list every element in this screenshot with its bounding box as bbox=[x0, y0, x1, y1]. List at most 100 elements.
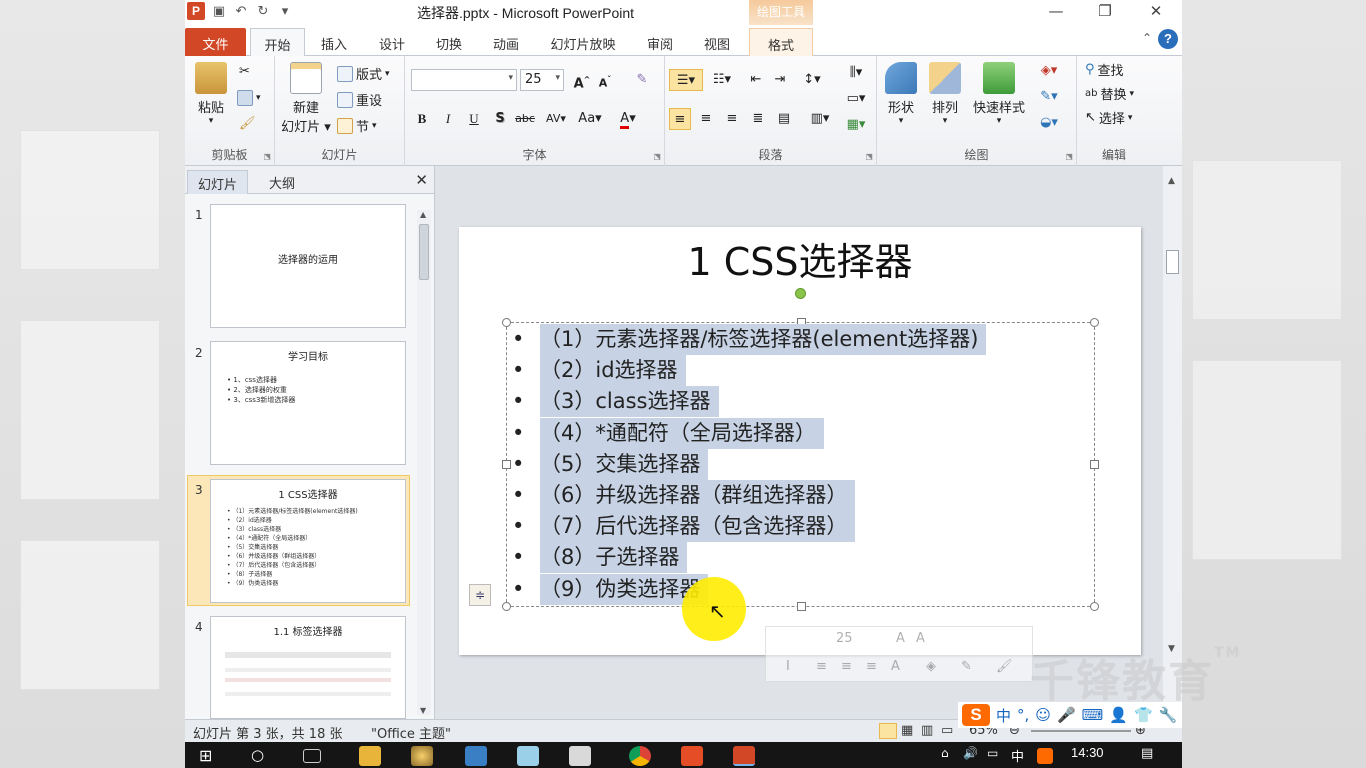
tab-slides-pane[interactable]: 幻灯片 bbox=[187, 170, 249, 194]
shapes-button[interactable]: 形状 ▾ bbox=[883, 62, 919, 126]
copy-button[interactable]: ▾ bbox=[237, 90, 261, 106]
search-icon[interactable]: ○ bbox=[251, 746, 273, 766]
resize-handle[interactable] bbox=[1090, 318, 1099, 327]
increase-indent-icon[interactable]: ⇥ bbox=[769, 69, 791, 91]
tab-format[interactable]: 格式 bbox=[749, 28, 813, 56]
close-icon[interactable]: ✕ bbox=[415, 171, 428, 189]
grow-font-icon[interactable]: A bbox=[896, 631, 905, 646]
align-text-button[interactable]: ▭▾ bbox=[841, 88, 871, 110]
tab-transitions[interactable]: 切换 bbox=[425, 28, 473, 56]
align-right-button[interactable]: ≡ bbox=[721, 108, 743, 130]
slide-thumbnail-4[interactable]: 1.1 标签选择器 bbox=[210, 616, 406, 719]
slide-title[interactable]: 1 CSS选择器 bbox=[459, 231, 1141, 286]
scroll-up-icon[interactable]: ▲ bbox=[420, 210, 426, 219]
monitor-icon[interactable]: ▭ bbox=[987, 746, 1009, 766]
slide-thumbnail-1[interactable]: 选择器的运用 bbox=[210, 204, 406, 328]
main-scrollbar[interactable]: ▲ ▼ bbox=[1163, 166, 1182, 719]
sogou-logo-icon[interactable]: S bbox=[962, 704, 990, 726]
undo-icon[interactable]: ↶ bbox=[233, 3, 249, 19]
app-icon[interactable] bbox=[569, 746, 591, 766]
file-explorer-icon[interactable] bbox=[359, 746, 381, 766]
clear-format-icon[interactable]: ✎ bbox=[631, 69, 653, 91]
resize-handle[interactable] bbox=[502, 460, 511, 469]
arrange-button[interactable]: 排列 ▾ bbox=[927, 62, 963, 126]
sogou-tray-icon[interactable] bbox=[1037, 748, 1053, 764]
tab-home[interactable]: 开始 bbox=[250, 28, 305, 57]
content-textbox[interactable]: • （1）元素选择器/标签选择器(element选择器) • （2）id选择器 • （… bbox=[502, 318, 1099, 682]
shape-effects-icon[interactable]: ◒▾ bbox=[1033, 112, 1065, 134]
section-button[interactable]: 节 ▾ bbox=[337, 116, 377, 135]
slideshow-icon[interactable]: ▭ bbox=[941, 723, 953, 738]
resize-handle[interactable] bbox=[797, 602, 806, 611]
paint-icon[interactable] bbox=[411, 746, 433, 766]
customize-qat-icon[interactable]: ▾ bbox=[277, 3, 293, 19]
app-icon[interactable] bbox=[465, 746, 487, 766]
theme-status[interactable]: "Office 主题" bbox=[371, 723, 451, 742]
shape-outline-icon[interactable]: ✎▾ bbox=[1033, 86, 1065, 108]
html-editor-icon[interactable] bbox=[681, 746, 703, 766]
tab-insert[interactable]: 插入 bbox=[310, 28, 358, 56]
font-color-button[interactable]: A▾ bbox=[613, 108, 643, 130]
fill-color-icon[interactable]: ◈ bbox=[926, 659, 936, 674]
slide-thumbnail-3[interactable]: 1 CSS选择器 • （1）元素选择器/标签选择器(element选择器) • … bbox=[210, 479, 406, 603]
ribbon-collapse-icon[interactable]: ⌃ bbox=[1142, 31, 1152, 45]
format-painter-button[interactable]: 🖌 bbox=[239, 116, 256, 131]
tab-outline-pane[interactable]: 大纲 bbox=[259, 170, 305, 194]
italic-icon[interactable]: I bbox=[786, 659, 790, 674]
network-icon[interactable]: ⌂ bbox=[941, 746, 963, 766]
restore-button[interactable]: ❐ bbox=[1091, 2, 1119, 20]
italic-button[interactable]: I bbox=[437, 108, 459, 130]
rotation-handle[interactable] bbox=[795, 288, 806, 299]
paste-button[interactable]: 粘贴 ▾ bbox=[193, 62, 229, 126]
chrome-icon[interactable] bbox=[629, 746, 651, 766]
font-name-combo[interactable]: ▾ bbox=[411, 69, 517, 91]
dialog-launcher-icon[interactable]: ⬔ bbox=[865, 152, 873, 161]
bold-button[interactable]: B bbox=[411, 108, 433, 130]
char-spacing-button[interactable]: AV▾ bbox=[541, 108, 571, 130]
resize-handle[interactable] bbox=[502, 602, 511, 611]
strikethrough-button[interactable]: abc bbox=[511, 108, 539, 130]
close-button[interactable]: ✕ bbox=[1142, 2, 1170, 20]
align-left-button[interactable]: ≡ bbox=[669, 108, 691, 130]
help-icon[interactable]: ? bbox=[1158, 29, 1178, 49]
input-language-icon[interactable]: 中 bbox=[1011, 746, 1033, 766]
cut-button[interactable]: ✂ bbox=[239, 64, 250, 79]
line-spacing-button[interactable]: ↕▾ bbox=[797, 69, 827, 91]
shrink-font-button[interactable]: Aˇ bbox=[594, 69, 616, 91]
powerpoint-taskbar-icon[interactable] bbox=[733, 746, 755, 766]
format-painter-icon[interactable]: 🖌 bbox=[996, 659, 1013, 674]
slides-pane-scrollbar[interactable]: ▲ ▼ bbox=[417, 210, 431, 715]
volume-icon[interactable]: 🔊 bbox=[963, 746, 985, 766]
change-case-button[interactable]: Aa▾ bbox=[575, 108, 605, 130]
slide-sorter-icon[interactable]: ▦ bbox=[901, 723, 913, 738]
app-icon[interactable] bbox=[517, 746, 539, 766]
shadow-button[interactable]: S bbox=[489, 108, 511, 130]
replace-button[interactable]: ab 替换 ▾ bbox=[1085, 84, 1134, 103]
distribute-button[interactable]: ▤ bbox=[773, 108, 795, 130]
notifications-icon[interactable]: ▤ bbox=[1141, 746, 1163, 766]
minimize-button[interactable]: — bbox=[1042, 2, 1070, 20]
grow-font-button[interactable]: A^ bbox=[571, 69, 593, 91]
justify-button[interactable]: ≣ bbox=[747, 108, 769, 130]
text-direction-button[interactable]: ⫼▾ bbox=[841, 62, 871, 84]
redo-icon[interactable]: ↻ bbox=[255, 3, 271, 19]
tab-animations[interactable]: 动画 bbox=[482, 28, 530, 56]
mini-font-size[interactable]: 25 bbox=[836, 631, 853, 646]
scroll-up-icon[interactable]: ▲ bbox=[1168, 176, 1175, 186]
scrollbar-thumb[interactable] bbox=[419, 224, 429, 280]
save-icon[interactable]: ▣ bbox=[211, 3, 227, 19]
quick-styles-button[interactable]: 快速样式 ▾ bbox=[969, 62, 1029, 126]
resize-handle[interactable] bbox=[1090, 460, 1099, 469]
windows-start-icon[interactable]: ⊞ bbox=[199, 746, 221, 766]
reset-button[interactable]: 重设 bbox=[337, 90, 382, 109]
select-button[interactable]: ↖ 选择 ▾ bbox=[1085, 108, 1132, 127]
outline-icon[interactable]: ✎ bbox=[961, 659, 972, 674]
align-right-icon[interactable]: ≡ bbox=[866, 659, 877, 674]
resize-handle[interactable] bbox=[502, 318, 511, 327]
dialog-launcher-icon[interactable]: ⬔ bbox=[653, 152, 661, 161]
tab-review[interactable]: 审阅 bbox=[636, 28, 684, 56]
punctuation-icon[interactable]: °, bbox=[1017, 706, 1029, 724]
dialog-launcher-icon[interactable]: ⬔ bbox=[263, 152, 271, 161]
tab-file[interactable]: 文件 bbox=[185, 28, 246, 56]
shrink-font-icon[interactable]: A bbox=[916, 631, 925, 646]
